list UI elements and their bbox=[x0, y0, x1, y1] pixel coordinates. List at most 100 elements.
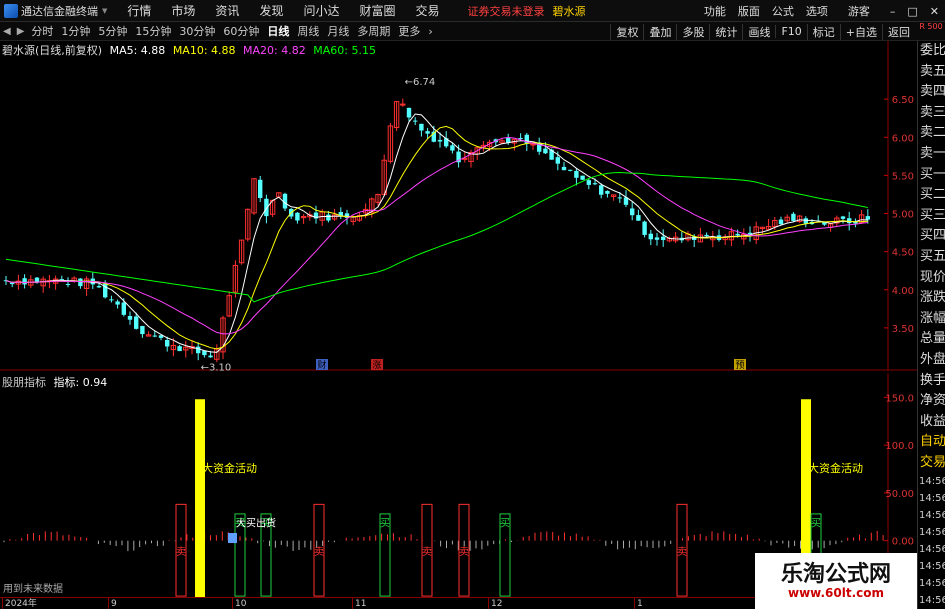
date-label: 10 bbox=[232, 598, 246, 609]
btn-add-watch[interactable]: +自选 bbox=[839, 23, 882, 40]
tick-time: 14:56 bbox=[919, 578, 945, 590]
indicator-tick-label: 0.00 bbox=[892, 537, 914, 548]
login-alert[interactable]: 证券交易未登录 bbox=[468, 3, 545, 19]
buy-label: 买 bbox=[380, 517, 390, 529]
menu-formula[interactable]: 公式 bbox=[766, 3, 800, 19]
menu-function[interactable]: 功能 bbox=[698, 3, 732, 19]
menu-discover[interactable]: 发现 bbox=[249, 2, 293, 19]
side-label: 现价 bbox=[920, 269, 945, 285]
period-more[interactable]: 更多 bbox=[394, 23, 424, 39]
indicator-tick-label: 100.0 bbox=[885, 441, 914, 452]
btn-stats[interactable]: 统计 bbox=[709, 23, 742, 40]
maximize-icon[interactable]: □ bbox=[901, 5, 923, 18]
future-data-note: 用到未来数据 bbox=[3, 584, 63, 595]
ma10-value: MA10: 4.88 bbox=[172, 44, 236, 57]
watermark-title: 乐淘公式网 bbox=[780, 561, 891, 587]
candle-down bbox=[127, 315, 133, 320]
side-label: 净资 bbox=[920, 393, 945, 409]
date-label: 11 bbox=[352, 598, 366, 609]
candle-down bbox=[406, 107, 412, 118]
candle-down bbox=[648, 233, 653, 240]
period-15min[interactable]: 15分钟 bbox=[131, 23, 175, 39]
low-price-label: ←3.10 bbox=[201, 362, 232, 371]
candle-down bbox=[630, 208, 635, 216]
sell-label: 卖 bbox=[422, 546, 432, 558]
btn-return[interactable]: 返回 bbox=[882, 23, 915, 40]
chevron-right-icon[interactable]: › bbox=[424, 25, 436, 38]
candle-down bbox=[208, 355, 213, 358]
btn-multistock[interactable]: 多股 bbox=[676, 23, 709, 40]
tick-time: 14:56 bbox=[919, 544, 945, 556]
main-kline-panel[interactable]: 6.50 6.00 5.50 5.00 4.50 4.00 3.50 ←6.74 ←3.10 财 涨… bbox=[0, 41, 917, 373]
period-5min[interactable]: 5分钟 bbox=[94, 23, 131, 39]
menu-trade[interactable]: 交易 bbox=[405, 2, 449, 19]
chevron-down-icon[interactable]: ▼ bbox=[102, 7, 107, 15]
menu-market[interactable]: 市场 bbox=[161, 2, 205, 19]
period-30min[interactable]: 30分钟 bbox=[175, 23, 219, 39]
btn-mark[interactable]: 标记 bbox=[806, 23, 840, 40]
menu-layout[interactable]: 版面 bbox=[732, 3, 766, 19]
candle-down bbox=[803, 218, 808, 224]
candle-down bbox=[865, 216, 870, 220]
side-auto-trade[interactable]: 交易 bbox=[918, 453, 945, 474]
period-toolbar: ◀ ▶ 分时 1分钟 5分钟 15分钟 30分钟 60分钟 日线 周线 月线 多… bbox=[0, 22, 945, 41]
candle-down bbox=[109, 299, 114, 301]
ma5-value: MA5: 4.88 bbox=[109, 44, 166, 57]
candle-down bbox=[574, 170, 579, 178]
period-day[interactable]: 日线 bbox=[263, 23, 293, 39]
forward-icon[interactable]: ▶ bbox=[14, 26, 28, 37]
side-label: 换手 bbox=[920, 372, 945, 388]
main-legend: 碧水源(日线,前复权) MA5: 4.88 MA10: 4.88 MA20: 4… bbox=[2, 42, 376, 58]
period-fenshi[interactable]: 分时 bbox=[27, 23, 57, 39]
side-label: 卖三 bbox=[920, 104, 945, 120]
sell-label: 卖 bbox=[176, 546, 186, 558]
close-icon[interactable]: ✕ bbox=[924, 5, 945, 18]
candle-down bbox=[555, 157, 560, 164]
menu-wealth[interactable]: 财富圈 bbox=[349, 2, 405, 19]
candle-down bbox=[592, 183, 598, 185]
candle-down bbox=[791, 213, 796, 221]
minimize-icon[interactable]: – bbox=[884, 5, 902, 18]
candle-down bbox=[617, 197, 622, 199]
date-label: 1 bbox=[634, 598, 643, 609]
price-tick-label: 6.50 bbox=[892, 95, 914, 106]
tick-time: 14:56 bbox=[919, 595, 945, 607]
period-1min[interactable]: 1分钟 bbox=[57, 23, 94, 39]
menu-quotes[interactable]: 行情 bbox=[117, 2, 161, 19]
candle-down bbox=[437, 139, 443, 142]
tag-cai: 财 bbox=[317, 359, 326, 371]
price-tick-label: 5.50 bbox=[892, 171, 914, 182]
btn-draw[interactable]: 画线 bbox=[742, 23, 775, 40]
btn-f10[interactable]: F10 bbox=[775, 25, 806, 38]
candle-down bbox=[264, 198, 269, 217]
side-label: 卖四 bbox=[920, 84, 945, 100]
toolbar-right: 复权 叠加 多股 统计 画线 F10 标记 +自选 返回 bbox=[610, 22, 915, 41]
side-label: 买二 bbox=[920, 187, 945, 203]
period-week[interactable]: 周线 bbox=[293, 23, 323, 39]
tick-time: 14:56 bbox=[919, 527, 945, 539]
btn-adjust[interactable]: 复权 bbox=[610, 23, 643, 40]
btn-overlay[interactable]: 叠加 bbox=[643, 23, 676, 40]
candle-down bbox=[152, 335, 157, 337]
menu-options[interactable]: 选项 bbox=[800, 3, 834, 19]
candle-down bbox=[735, 233, 740, 236]
side-auto-trade[interactable]: 自动 bbox=[918, 432, 945, 453]
candle-down bbox=[196, 346, 201, 354]
period-60min[interactable]: 60分钟 bbox=[219, 23, 263, 39]
menu-ask[interactable]: 问小达 bbox=[293, 2, 349, 19]
period-multi[interactable]: 多周期 bbox=[353, 23, 394, 39]
period-month[interactable]: 月线 bbox=[323, 23, 353, 39]
guest-user[interactable]: 游客 bbox=[834, 3, 884, 19]
big-money-label: 大资金活动 bbox=[808, 461, 863, 475]
side-label: 收益 bbox=[920, 413, 945, 429]
indicator-tick-label: 150.0 bbox=[885, 393, 914, 404]
candle-down bbox=[518, 137, 523, 139]
candle-down bbox=[543, 148, 548, 154]
menu-news[interactable]: 资讯 bbox=[205, 2, 249, 19]
back-icon[interactable]: ◀ bbox=[0, 26, 14, 37]
candle-down bbox=[295, 212, 300, 221]
price-tick-label: 6.00 bbox=[892, 133, 914, 144]
candle-down bbox=[419, 123, 424, 131]
kline-chart[interactable]: 6.50 6.00 5.50 5.00 4.50 4.00 3.50 ←6.74 ←3.10 财 涨… bbox=[0, 41, 917, 373]
candle-down bbox=[78, 278, 83, 287]
